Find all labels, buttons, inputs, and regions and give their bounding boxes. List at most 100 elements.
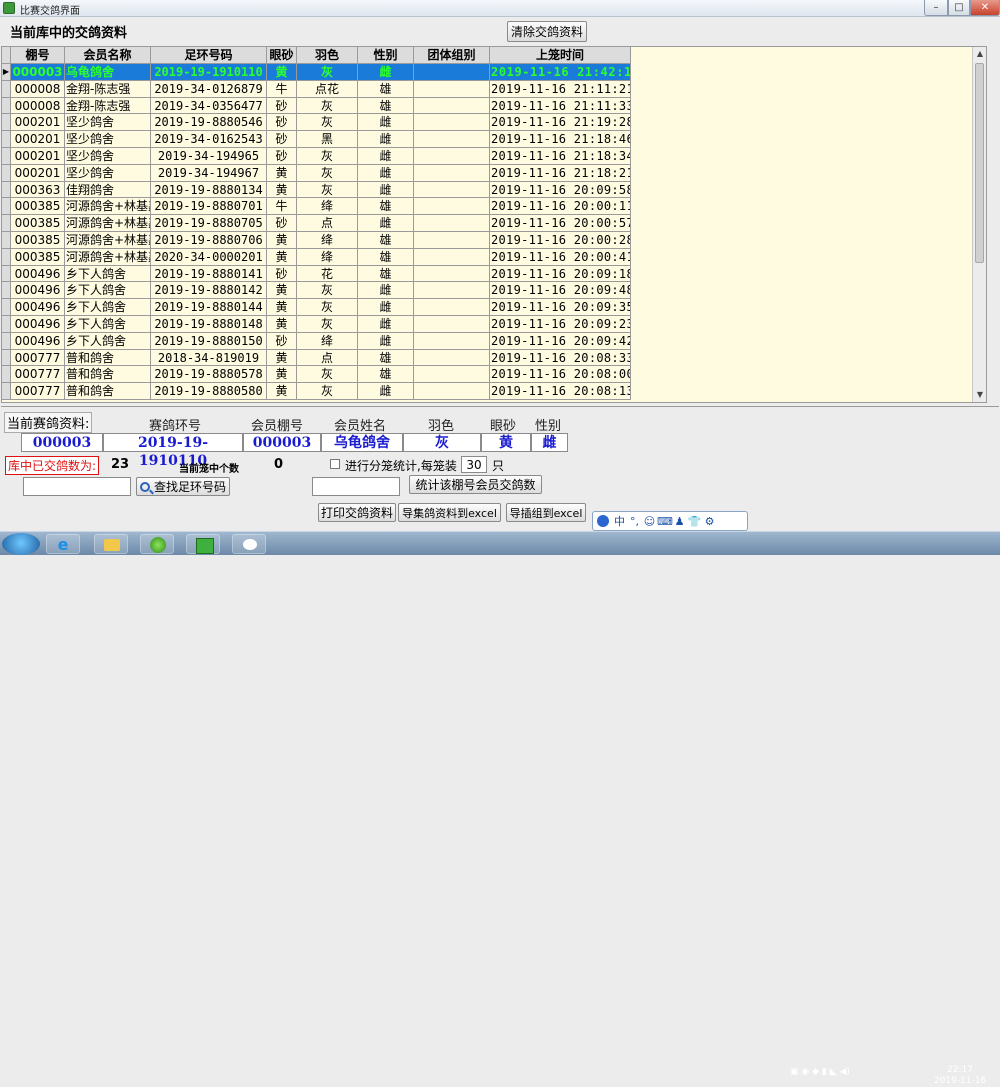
scroll-up-icon[interactable]: ▲ (973, 47, 986, 61)
maximize-button[interactable]: □ (948, 0, 970, 16)
row-selector[interactable] (2, 114, 11, 132)
table-cell: 黄 (267, 282, 297, 300)
print-button[interactable]: 打印交鸽资料 (318, 503, 396, 522)
header-group[interactable]: 团体组别 (414, 47, 490, 64)
stat-member-button[interactable]: 统计该棚号会员交鸽数 (409, 475, 542, 494)
table-cell: 河源鸽舍+林基鑫 (65, 248, 151, 266)
table-row[interactable]: 000385 河源鸽舍+林基鑫 2019-19-8880705 砂点雌 2019-11-… (2, 215, 642, 232)
ime-emoji-icon[interactable]: ☺ (642, 515, 657, 528)
table-cell: 黑 (297, 131, 358, 148)
taskbar-clock[interactable]: 22:17 2019-11-16 (930, 1065, 990, 1087)
row-selector[interactable] (2, 80, 11, 98)
ime-toolbar[interactable]: 中 °, ☺ ⌨ ♟ 👕 ⚙ (592, 511, 748, 531)
per-cage-input[interactable]: 30 (461, 456, 487, 473)
row-selector[interactable] (2, 164, 11, 182)
table-cell: 000003 (11, 64, 65, 81)
header-color[interactable]: 羽色 (297, 47, 358, 64)
split-cage-checkbox[interactable] (330, 459, 340, 469)
ime-skin-icon[interactable]: 👕 (687, 515, 702, 528)
table-row[interactable]: 000008 金翔-陈志强 2019-34-0356477 砂灰雄 2019-11-16… (2, 97, 642, 115)
header-eye[interactable]: 眼砂 (267, 47, 297, 64)
table-cell (414, 231, 490, 249)
table-cell (414, 383, 490, 400)
row-selector[interactable] (2, 299, 11, 316)
row-selector[interactable] (2, 383, 11, 400)
row-selector[interactable] (2, 131, 11, 148)
table-cell: 2019-19-8880546 (151, 114, 267, 132)
table-cell: 坚少鸽舍 (65, 131, 151, 148)
row-selector[interactable] (2, 265, 11, 283)
table-row[interactable]: 000496 乡下人鸽舍 2019-19-8880141 砂花雄 2019-11-16 … (2, 265, 642, 283)
header-member[interactable]: 会员名称 (65, 47, 151, 64)
ime-keyboard-icon[interactable]: ⌨ (657, 515, 673, 528)
row-selector[interactable] (2, 315, 11, 333)
header-sex[interactable]: 性别 (358, 47, 414, 64)
header-time[interactable]: 上笼时间 (490, 47, 631, 64)
row-selector[interactable] (2, 282, 11, 300)
row-selector[interactable] (2, 231, 11, 249)
row-selector[interactable] (2, 97, 11, 115)
clear-data-button[interactable]: 清除交鸽资料 (507, 21, 587, 42)
row-selector[interactable] (2, 332, 11, 350)
row-pointer-icon[interactable]: ▶ (2, 64, 11, 81)
vertical-scrollbar[interactable]: ▲ ▼ (972, 47, 986, 402)
table-cell: 雄 (358, 265, 414, 283)
find-ring-button[interactable]: 查找足环号码 (136, 477, 230, 496)
table-row[interactable]: 000496 乡下人鸽舍 2019-19-8880144 黄灰雌 2019-11-16 … (2, 299, 642, 316)
export-excel-button[interactable]: 导集鸽资料到excel (398, 503, 501, 522)
scroll-thumb[interactable] (975, 63, 984, 263)
table-row[interactable]: 000777 普和鸽舍 2019-19-8880580 黄灰雌 2019-11-16 2… (2, 383, 642, 400)
ime-chinese-icon[interactable]: 中 (612, 513, 627, 529)
close-button[interactable]: ✕ (970, 0, 1000, 16)
start-button-icon[interactable] (2, 533, 40, 555)
ime-settings-icon[interactable]: ⚙ (702, 515, 717, 528)
row-selector[interactable] (2, 248, 11, 266)
minimize-button[interactable]: – (924, 0, 948, 16)
table-cell: 雄 (358, 198, 414, 216)
row-selector[interactable] (2, 198, 11, 216)
table-row[interactable]: 000201 坚少鸽舍 2019-34-194967 黄灰雌 2019-11-16 21… (2, 164, 642, 182)
table-row[interactable]: 000385 河源鸽舍+林基鑫 2020-34-0000201 黄绛雄 2019-11-… (2, 248, 642, 266)
table-cell: 砂 (267, 147, 297, 165)
ime-punct-icon[interactable]: °, (627, 515, 642, 528)
table-row[interactable]: 000496 乡下人鸽舍 2019-19-8880148 黄灰雌 2019-11-16 … (2, 315, 642, 333)
table-row[interactable]: 000496 乡下人鸽舍 2019-19-8880150 砂绛雌 2019-11-16 … (2, 332, 642, 350)
header-cage[interactable]: 棚号 (11, 47, 65, 64)
table-cell: 砂 (267, 215, 297, 232)
folder-icon[interactable] (94, 534, 128, 554)
table-row[interactable]: 000363 佳翔鸽舍 2019-19-8880134 黄灰雌 2019-11-16 2… (2, 181, 642, 199)
scroll-down-icon[interactable]: ▼ (973, 388, 986, 402)
system-tray-icons[interactable]: ▣ ◉ ◆ ▮ ◣ ◀) (790, 1067, 850, 1077)
table-row[interactable]: 000777 普和鸽舍 2019-19-8880578 黄灰雄 2019-11-16 2… (2, 366, 642, 384)
row-selector[interactable] (2, 215, 11, 232)
row-selector[interactable] (2, 181, 11, 199)
table-row[interactable]: 000201 坚少鸽舍 2019-19-8880546 砂灰雌 2019-11-16 2… (2, 114, 642, 132)
ring-search-input[interactable] (23, 477, 131, 496)
pigeon-data-grid[interactable]: 棚号 会员名称 足环号码 眼砂 羽色 性别 团体组别 上笼时间 ▶ 000003 乌龟鸽舍 2019… (1, 46, 987, 403)
table-row[interactable]: 000777 普和鸽舍 2018-34-819019 黄点雄 2019-11-16 20… (2, 349, 642, 367)
table-cell: 2019-11-16 20:09:35 (490, 299, 631, 316)
wechat-icon[interactable] (232, 534, 266, 554)
table-row[interactable]: 000385 河源鸽舍+林基鑫 2019-19-8880706 黄绛雄 2019-11-… (2, 231, 642, 249)
table-row[interactable]: ▶ 000003 乌龟鸽舍 2019-19-1910110 黄灰雌 2019-11-16 … (2, 64, 642, 81)
table-cell: 000777 (11, 383, 65, 400)
table-row[interactable]: 000201 坚少鸽舍 2019-34-0162543 砂黑雌 2019-11-16 2… (2, 131, 642, 148)
row-selector[interactable] (2, 147, 11, 165)
table-cell: 000777 (11, 366, 65, 384)
table-row[interactable]: 000385 河源鸽舍+林基鑫 2019-19-8880701 牛绛雄 2019-11-… (2, 198, 642, 216)
table-cell: 灰 (297, 64, 358, 81)
member-cage-input[interactable] (312, 477, 400, 496)
header-ring[interactable]: 足环号码 (151, 47, 267, 64)
row-selector[interactable] (2, 366, 11, 384)
export-group-button[interactable]: 导插组到excel (506, 503, 586, 522)
internet-explorer-icon[interactable]: e (46, 534, 80, 554)
pigeon-app-icon[interactable] (186, 534, 220, 554)
browser-icon[interactable] (140, 534, 174, 554)
table-cell: 金翔-陈志强 (65, 97, 151, 115)
ime-tools-icon[interactable]: ♟ (672, 515, 687, 528)
table-row[interactable]: 000496 乡下人鸽舍 2019-19-8880142 黄灰雌 2019-11-16 … (2, 282, 642, 300)
table-row[interactable]: 000201 坚少鸽舍 2019-34-194965 砂灰雌 2019-11-16 21… (2, 147, 642, 165)
row-selector[interactable] (2, 349, 11, 367)
table-cell: 砂 (267, 265, 297, 283)
table-row[interactable]: 000008 金翔-陈志强 2019-34-0126879 牛点花雄 2019-11-1… (2, 80, 642, 98)
